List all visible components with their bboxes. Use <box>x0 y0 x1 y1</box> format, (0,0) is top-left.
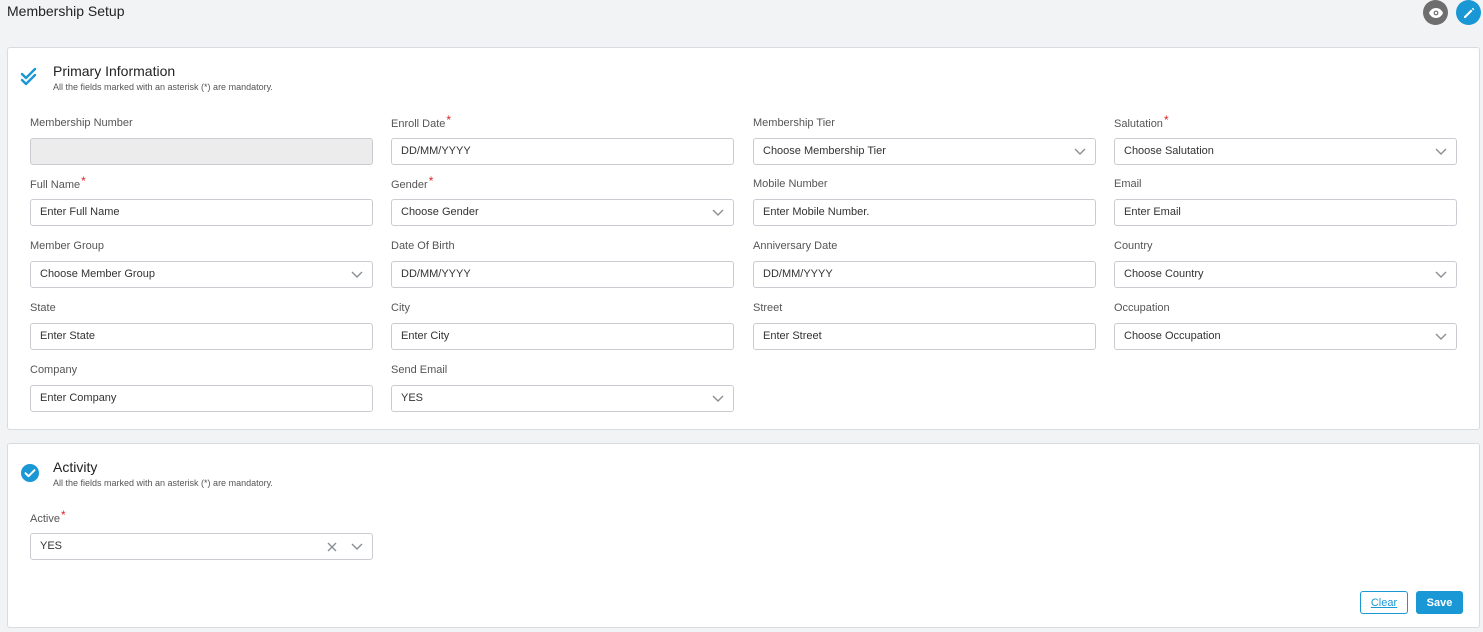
send-email-select[interactable]: YES <box>391 385 734 412</box>
state-field: State Enter State <box>30 301 373 350</box>
save-button[interactable]: Save <box>1416 591 1463 614</box>
date-of-birth-label: Date Of Birth <box>391 240 455 252</box>
membership-tier-select[interactable]: Choose Membership Tier <box>753 138 1096 165</box>
mobile-number-field: Mobile Number Enter Mobile Number. <box>753 177 1096 226</box>
clear-button[interactable]: Clear <box>1360 591 1408 614</box>
chevron-down-icon <box>1435 271 1447 278</box>
anniversary-date-label: Anniversary Date <box>753 240 838 252</box>
city-input[interactable]: Enter City <box>391 323 734 350</box>
street-input[interactable]: Enter Street <box>753 323 1096 350</box>
gender-label: Gender* <box>391 174 434 191</box>
country-label: Country <box>1114 240 1153 252</box>
view-button[interactable] <box>1423 0 1448 25</box>
enroll-date-input[interactable]: DD/MM/YYYY <box>391 138 734 165</box>
member-group-label: Member Group <box>30 240 104 252</box>
full-name-label: Full Name* <box>30 174 86 191</box>
company-label: Company <box>30 364 78 376</box>
chevron-down-icon <box>1435 333 1447 340</box>
activity-section-title: Activity <box>53 459 98 475</box>
required-mark: * <box>1163 113 1169 127</box>
occupation-select[interactable]: Choose Occupation <box>1114 323 1457 350</box>
membership-number-input <box>30 138 373 165</box>
member-group-field: Member Group Choose Member Group <box>30 239 373 288</box>
street-label: Street <box>753 302 783 314</box>
chevron-down-icon <box>712 395 724 402</box>
gender-select[interactable]: Choose Gender <box>391 199 734 226</box>
anniversary-date-input[interactable]: DD/MM/YYYY <box>753 261 1096 288</box>
salutation-select[interactable]: Choose Salutation <box>1114 138 1457 165</box>
mobile-number-label: Mobile Number <box>753 178 828 190</box>
salutation-label: Salutation* <box>1114 113 1169 130</box>
date-of-birth-field: Date Of Birth DD/MM/YYYY <box>391 239 734 288</box>
top-toolbar <box>1423 0 1481 25</box>
membership-number-label: Membership Number <box>30 117 133 129</box>
activity-section-header: Activity All the fields marked with an a… <box>20 459 273 488</box>
edit-button[interactable] <box>1456 0 1481 25</box>
primary-section-subtitle: All the fields marked with an asterisk (… <box>53 82 273 92</box>
membership-tier-label: Membership Tier <box>753 117 835 129</box>
activity-section-subtitle: All the fields marked with an asterisk (… <box>53 478 273 488</box>
chevron-down-icon <box>351 543 363 550</box>
salutation-field: Salutation* Choose Salutation <box>1114 113 1457 165</box>
close-icon[interactable] <box>327 542 337 552</box>
send-email-field: Send Email YES <box>391 363 734 412</box>
activity-card: Activity All the fields marked with an a… <box>7 443 1480 628</box>
chevron-down-icon <box>351 271 363 278</box>
primary-information-card: Primary Information All the fields marke… <box>7 47 1480 430</box>
email-field: Email Enter Email <box>1114 177 1457 226</box>
street-field: Street Enter Street <box>753 301 1096 350</box>
email-input[interactable]: Enter Email <box>1114 199 1457 226</box>
enroll-date-field: Enroll Date* DD/MM/YYYY <box>391 113 734 165</box>
eye-icon <box>1428 7 1443 18</box>
gender-field: Gender* Choose Gender <box>391 174 734 226</box>
required-mark: * <box>60 508 66 522</box>
primary-section-header: Primary Information All the fields marke… <box>20 63 273 92</box>
state-input[interactable]: Enter State <box>30 323 373 350</box>
active-label: Active* <box>30 508 66 525</box>
enroll-date-label: Enroll Date* <box>391 113 452 130</box>
pencil-icon <box>1463 7 1474 18</box>
page-title: Membership Setup <box>7 3 125 19</box>
email-label: Email <box>1114 178 1142 190</box>
occupation-label: Occupation <box>1114 302 1170 314</box>
occupation-field: Occupation Choose Occupation <box>1114 301 1457 350</box>
mobile-number-input[interactable]: Enter Mobile Number. <box>753 199 1096 226</box>
company-field: Company Enter Company <box>30 363 373 412</box>
required-mark: * <box>446 113 452 127</box>
anniversary-date-field: Anniversary Date DD/MM/YYYY <box>753 239 1096 288</box>
primary-section-title: Primary Information <box>53 63 176 79</box>
chevron-down-icon <box>712 209 724 216</box>
date-of-birth-input[interactable]: DD/MM/YYYY <box>391 261 734 288</box>
required-mark: * <box>428 174 434 188</box>
full-name-field: Full Name* Enter Full Name <box>30 174 373 226</box>
active-select[interactable]: YES <box>30 533 373 560</box>
send-email-label: Send Email <box>391 364 448 376</box>
member-group-select[interactable]: Choose Member Group <box>30 261 373 288</box>
country-field: Country Choose Country <box>1114 239 1457 288</box>
city-field: City Enter City <box>391 301 734 350</box>
state-label: State <box>30 302 56 314</box>
membership-tier-field: Membership Tier Choose Membership Tier <box>753 116 1096 165</box>
city-label: City <box>391 302 410 314</box>
membership-number-field: Membership Number <box>30 116 373 165</box>
company-input[interactable]: Enter Company <box>30 385 373 412</box>
required-mark: * <box>81 174 86 188</box>
check-circle-icon <box>21 464 39 482</box>
chevron-down-icon <box>1074 148 1086 155</box>
country-select[interactable]: Choose Country <box>1114 261 1457 288</box>
double-check-icon <box>20 67 37 86</box>
chevron-down-icon <box>1435 148 1447 155</box>
full-name-input[interactable]: Enter Full Name <box>30 199 373 226</box>
active-field: Active* YES <box>30 508 373 560</box>
